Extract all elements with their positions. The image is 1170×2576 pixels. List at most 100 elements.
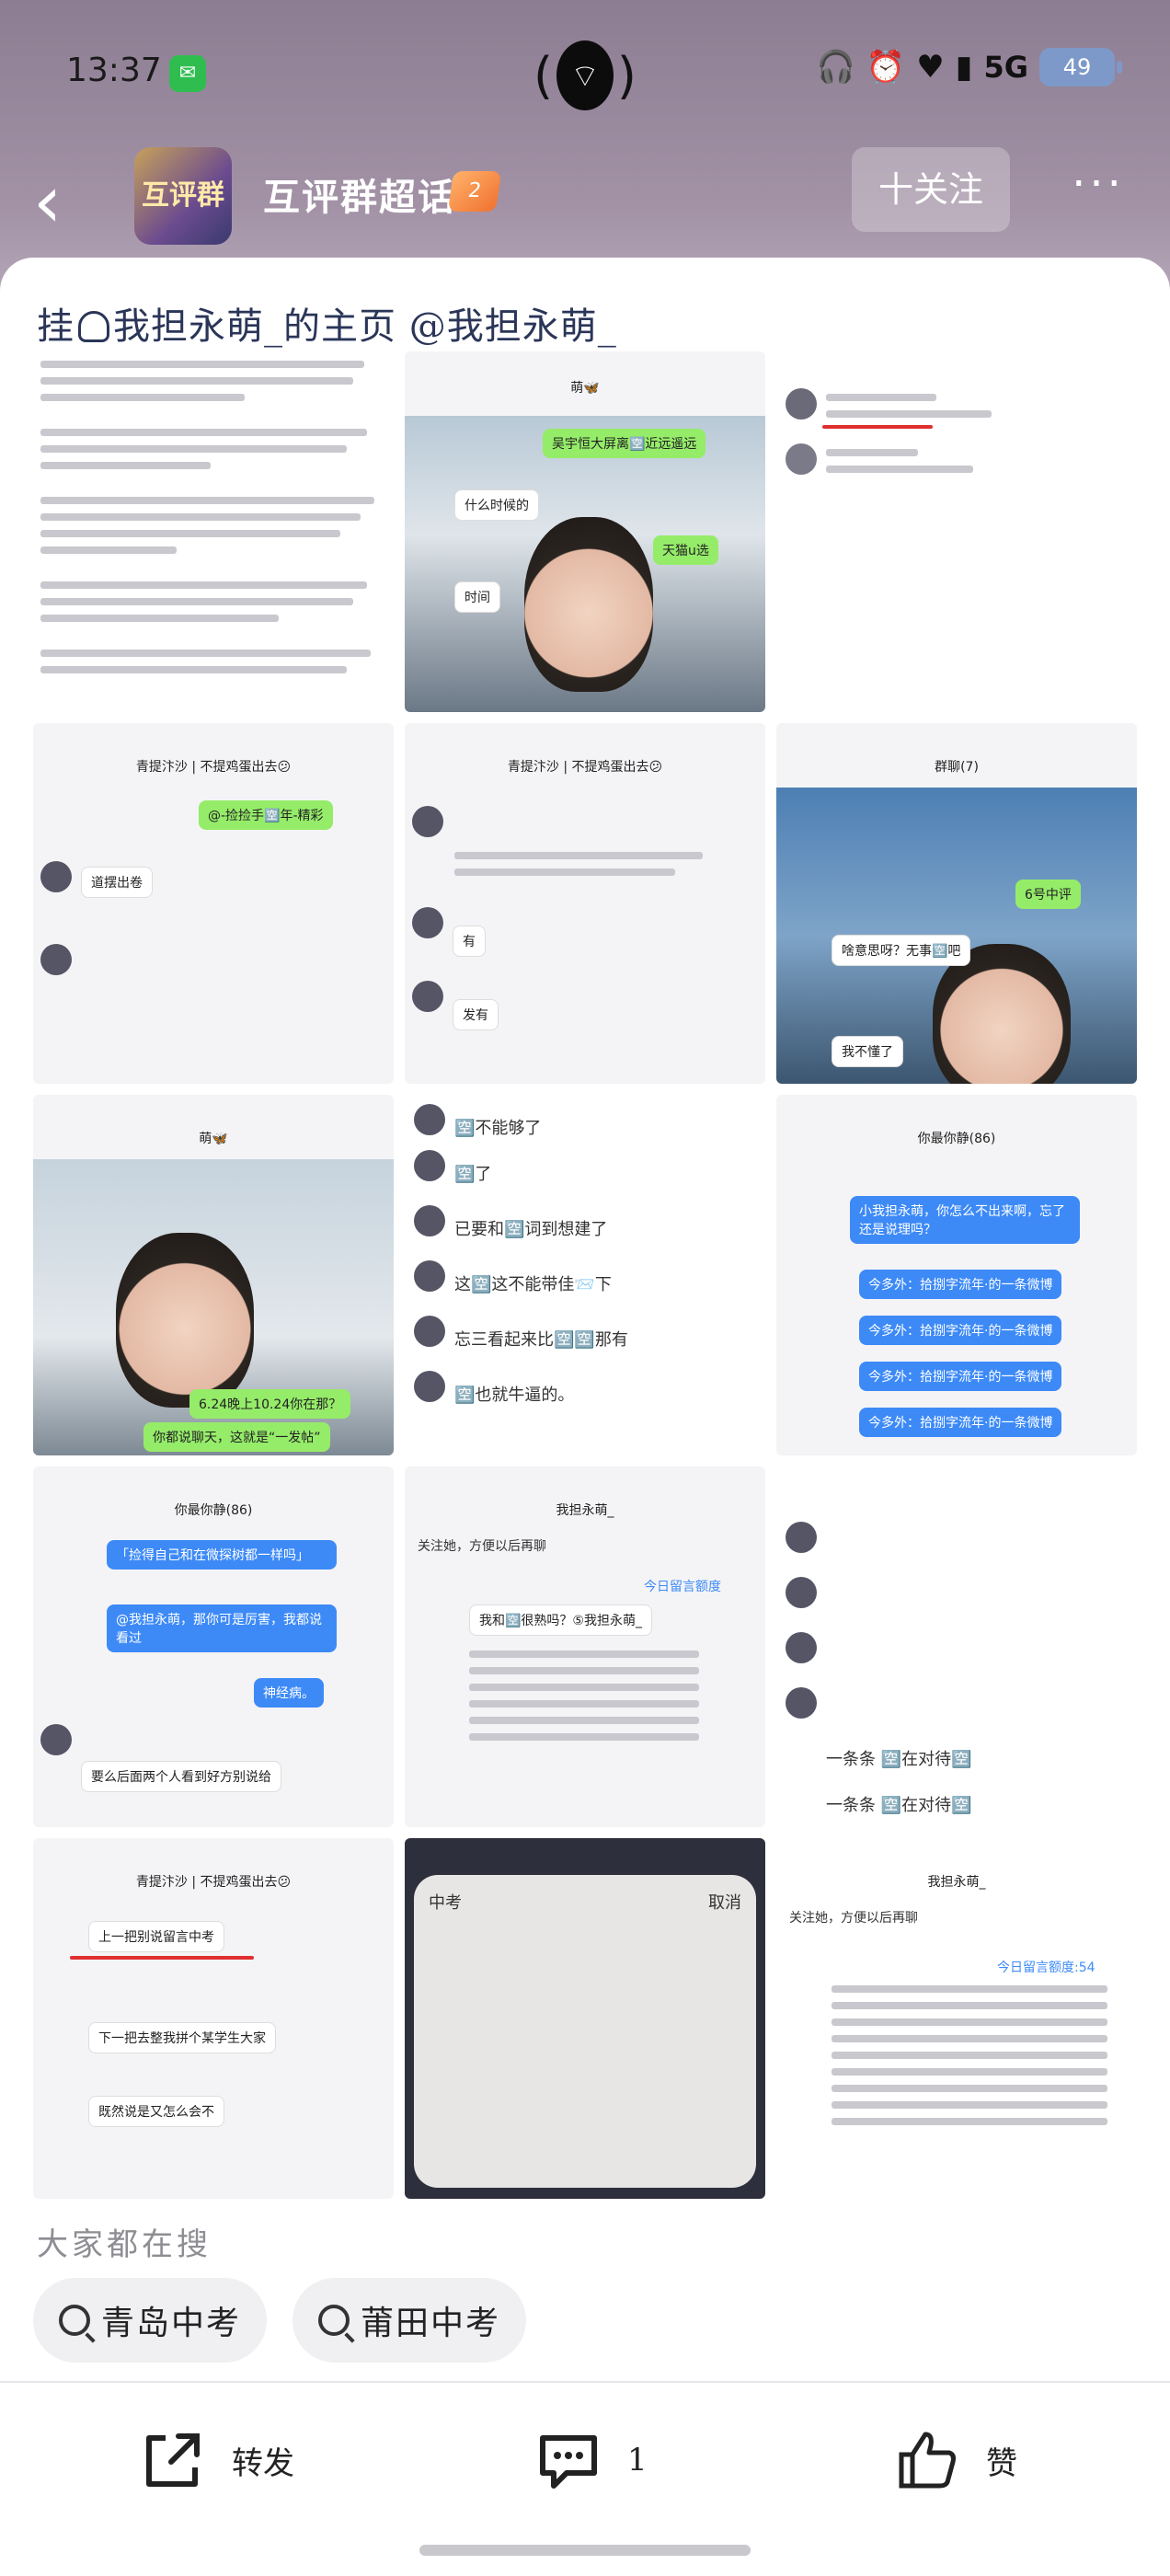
chat-bubble: 啥意思呀？无事🈳吧 xyxy=(832,935,971,966)
comment-text: 已要和🈳词到想建了 xyxy=(454,1220,608,1239)
wechat-notification-icon: ✉ xyxy=(169,55,206,92)
heart-icon: ♥ xyxy=(916,49,945,86)
post-card: 挂我担永萌_的主页 @我担永萌_ 萌🦋 吴宇恒大屏离🈳近远遥远 什么时候的 天猫… xyxy=(0,258,1170,2352)
message-quota: 今日留言额度 xyxy=(644,1580,721,1594)
post-image-15[interactable]: 我担永萌_ 关注她，方便以后再聊 今日留言额度:54 xyxy=(776,1838,1137,2199)
post-title: 挂我担永萌_的主页 @我担永萌_ xyxy=(37,296,617,350)
share-icon xyxy=(146,2433,200,2487)
avatar xyxy=(40,1724,72,1755)
more-options-button[interactable]: ··· xyxy=(1061,156,1135,221)
post-image-3[interactable] xyxy=(776,351,1137,712)
message-lines xyxy=(832,1985,1107,2134)
post-title-rest: 我担永萌_的主页 @我担永萌_ xyxy=(113,305,617,348)
post-image-6[interactable]: 群聊(7) 6号中评 啥意思呀？无事🈳吧 我不懂了 xyxy=(776,723,1137,1084)
comment-text: 一条条 🈳在对待🈳 xyxy=(826,1796,972,1815)
chat-bubble: 发有 xyxy=(453,999,499,1030)
avatar xyxy=(786,443,817,475)
status-indicators: 🎧 ⏰ ♥ ▮ 5G 49 xyxy=(816,48,1122,86)
chat-bubble: 今多外：拾捌字流年·的一条微博 xyxy=(859,1316,1062,1345)
chat-bubble: @我担永萌，那你可是厉害，我都说看过 xyxy=(107,1604,337,1652)
headphones-icon: 🎧 xyxy=(816,49,855,86)
like-button[interactable]: 赞 xyxy=(892,2425,1017,2495)
comment-count: 1 xyxy=(627,2442,648,2478)
island-left-paren: ( xyxy=(533,46,554,105)
post-image-7[interactable]: 萌🦋 6.24晚上10.24你在那？ 你都说聊天，这就是“一发帖” xyxy=(33,1095,394,1455)
chat-bubble: 我和🈳很熟吗？⑤我担永萌_ xyxy=(469,1604,652,1636)
group-title[interactable]: 互评群超话 xyxy=(263,167,456,221)
follow-button[interactable]: 十关注 xyxy=(852,147,1010,232)
post-image-11[interactable]: 我担永萌_ 关注她，方便以后再聊 今日留言额度 我和🈳很熟吗？⑤我担永萌_ xyxy=(405,1466,765,1827)
avatar xyxy=(40,861,72,892)
comment-icon xyxy=(540,2435,597,2489)
post-image-2[interactable]: 萌🦋 吴宇恒大屏离🈳近远遥远 什么时候的 天猫u选 时间 xyxy=(405,351,765,712)
home-indicator[interactable] xyxy=(419,2545,751,2556)
avatar xyxy=(412,806,443,837)
avatar xyxy=(786,1577,817,1608)
mini-chat-header: 群聊(7) xyxy=(935,760,979,775)
status-bar: 13:37 ✉ ( ⌔ ) 🎧 ⏰ ♥ ▮ 5G 49 xyxy=(0,0,1170,147)
avatar xyxy=(414,1104,445,1135)
search-chip[interactable]: 青岛中考 xyxy=(33,2278,268,2363)
follow-tip: 关注她，方便以后再聊 xyxy=(789,1911,918,1926)
search-chip-label: 青岛中考 xyxy=(101,2305,242,2342)
chat-bubble: 今多外：拾捌字流年·的一条微博 xyxy=(859,1270,1062,1299)
bottom-action-bar: 转发 1 赞 xyxy=(0,2383,1170,2530)
chat-bubble: 什么时候的 xyxy=(454,489,539,521)
comment-text: 🈳不能够了 xyxy=(454,1119,542,1138)
battery-icon: 49 xyxy=(1039,48,1122,86)
message-quota: 今日留言额度:54 xyxy=(997,1961,1095,1975)
signal-icon: ▮ xyxy=(955,49,973,86)
post-image-10[interactable]: 你最你静(86) 「捡得自己和在微探树都一样吗」 @我担永萌，那你可是厉害，我都… xyxy=(33,1466,394,1827)
chat-bubble: 「捡得自己和在微探树都一样吗」 xyxy=(107,1540,337,1570)
chat-bubble: 下一把去整我拼个某学生大家 xyxy=(88,2022,276,2053)
follow-tip: 关注她，方便以后再聊 xyxy=(418,1539,546,1554)
post-image-5[interactable]: 青提汴沙 | 不提鸡蛋出去😕 有 发有 xyxy=(405,723,765,1084)
comment-text: 这🈳这不能带佳📨下 xyxy=(454,1275,612,1294)
post-image-4[interactable]: 青提汴沙 | 不提鸡蛋出去😕 @-捡捡手🈳年-精彩 道摆出卷 xyxy=(33,723,394,1084)
level-badge: 2 xyxy=(447,171,502,212)
comment-lines xyxy=(826,449,1010,482)
avatar xyxy=(412,981,443,1012)
island-right-paren: ) xyxy=(616,46,637,105)
mini-chat-header: 青提汴沙 | 不提鸡蛋出去😕 xyxy=(507,760,663,775)
back-button[interactable]: ‹ xyxy=(33,166,92,239)
chat-bubble: @-捡捡手🈳年-精彩 xyxy=(199,800,333,830)
mini-chat-header: 我担永萌_ xyxy=(927,1875,986,1890)
chat-bubble: 神经病。 xyxy=(254,1678,324,1708)
red-underline xyxy=(70,1956,254,1960)
chat-bubble: 小我担永萌，你怎么不出来啊，忘了还是说理吗？ xyxy=(850,1196,1080,1244)
portrait-face xyxy=(524,517,653,692)
post-image-9[interactable]: 你最你静(86) 小我担永萌，你怎么不出来啊，忘了还是说理吗？ 今多外：拾捌字流… xyxy=(776,1095,1137,1455)
avatar xyxy=(414,1371,445,1402)
chat-bubble: 有 xyxy=(453,926,486,957)
phone-photo xyxy=(414,1875,756,2188)
mini-chat-header: 萌🦋 xyxy=(570,381,600,396)
search-chip[interactable]: 莆田中考 xyxy=(292,2278,527,2363)
search-section-title: 大家都在搜 xyxy=(37,2226,212,2263)
chat-bubble: 你都说聊天，这就是“一发帖” xyxy=(143,1422,330,1452)
group-avatar[interactable]: 互评群 xyxy=(134,147,232,245)
post-image-14[interactable]: 中考 取消 xyxy=(405,1838,765,2199)
thumbs-up-icon xyxy=(899,2432,956,2489)
avatar xyxy=(40,944,72,975)
avatar xyxy=(786,388,817,420)
post-title-prefix: 挂 xyxy=(37,305,75,348)
avatar xyxy=(414,1260,445,1292)
mini-chat-header: 青提汴沙 | 不提鸡蛋出去😕 xyxy=(135,760,292,775)
comment-button[interactable]: 1 xyxy=(533,2425,648,2495)
chat-bubble: 今多外：拾捌字流年·的一条微博 xyxy=(859,1408,1062,1437)
chat-bubble: 要么后面两个人看到好方别说给 xyxy=(81,1761,281,1792)
search-icon xyxy=(59,2305,90,2336)
avatar xyxy=(786,1632,817,1663)
avatar xyxy=(786,1522,817,1553)
avatar xyxy=(414,1150,445,1181)
post-image-12[interactable]: 一条条 🈳在对待🈳 一条条 🈳在对待🈳 xyxy=(776,1466,1137,1827)
post-image-13[interactable]: 青提汴沙 | 不提鸡蛋出去😕 上一把别说留言中考 下一把去整我拼个某学生大家 既… xyxy=(33,1838,394,2199)
chat-bubble: 今多外：拾捌字流年·的一条微博 xyxy=(859,1362,1062,1391)
portrait-face xyxy=(116,1233,254,1408)
comment-text: 🈳了 xyxy=(454,1165,492,1184)
post-image-8[interactable]: 🈳不能够了 🈳了 已要和🈳词到想建了 这🈳这不能带佳📨下 忘三看起来比🈳🈳那有 … xyxy=(405,1095,765,1455)
share-button[interactable]: 转发 xyxy=(138,2425,294,2495)
like-label: 赞 xyxy=(986,2444,1017,2482)
post-image-1[interactable] xyxy=(33,351,394,712)
